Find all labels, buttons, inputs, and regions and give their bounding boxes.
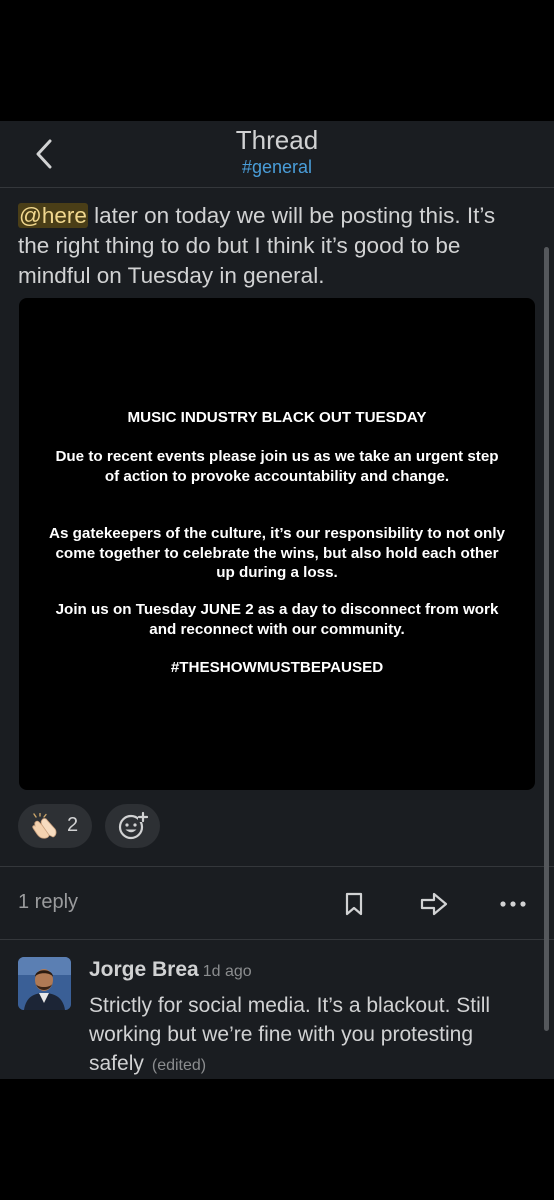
- save-button[interactable]: [337, 887, 371, 921]
- add-reaction-button[interactable]: [105, 804, 160, 848]
- page-title: Thread: [235, 125, 319, 155]
- reaction-count: 2: [67, 814, 79, 836]
- header-title-group: Thread #general: [0, 124, 554, 178]
- add-emoji-icon: [118, 811, 148, 840]
- share-arrow-icon: [420, 892, 448, 916]
- reply-text: Strictly for social media. It’s a blacko…: [89, 994, 491, 1075]
- more-actions-button[interactable]: [496, 887, 530, 921]
- image-attachment[interactable]: MUSIC INDUSTRY BLACK OUT TUESDAY Due to …: [19, 298, 535, 790]
- attachment-heading: MUSIC INDUSTRY BLACK OUT TUESDAY: [127, 409, 427, 426]
- reply-body: Strictly for social media. It’s a blacko…: [89, 991, 539, 1079]
- message-text: later on today we will be posting this. …: [18, 203, 496, 288]
- reply-count: 1 reply: [18, 891, 79, 913]
- parent-message: @here later on today we will be posting …: [18, 201, 528, 291]
- channel-link[interactable]: #general: [0, 156, 554, 178]
- attachment-paragraph-3: Join us on Tuesday JUNE 2 as a day to di…: [55, 601, 499, 638]
- share-button[interactable]: [417, 887, 451, 921]
- attachment-hashtag: #THESHOWMUSTBEPAUSED: [170, 659, 384, 676]
- reply-header: Jorge Brea 1d ago: [89, 958, 252, 982]
- author-name[interactable]: Jorge Brea: [89, 958, 199, 981]
- timestamp: 1d ago: [202, 963, 252, 980]
- bookmark-icon: [345, 892, 363, 916]
- thread-header: Thread #general: [0, 121, 554, 188]
- user-photo-icon: [18, 957, 71, 1010]
- here-mention[interactable]: @here: [18, 203, 88, 228]
- more-dots-icon: [500, 901, 526, 907]
- reply-actions-bar: 1 reply: [0, 867, 554, 939]
- reaction-clap[interactable]: 2: [18, 804, 92, 848]
- attachment-paragraph-1: Due to recent events please join us as w…: [55, 448, 499, 485]
- avatar[interactable]: [18, 957, 71, 1010]
- edited-label: (edited): [151, 1057, 207, 1074]
- attachment-paragraph-2: As gatekeepers of the culture, it’s our …: [49, 525, 505, 581]
- scrollbar[interactable]: [544, 247, 549, 1031]
- clapping-hands-icon: [32, 813, 57, 839]
- thread-screen: Thread #general @here later on today we …: [0, 121, 554, 1079]
- divider: [0, 939, 554, 940]
